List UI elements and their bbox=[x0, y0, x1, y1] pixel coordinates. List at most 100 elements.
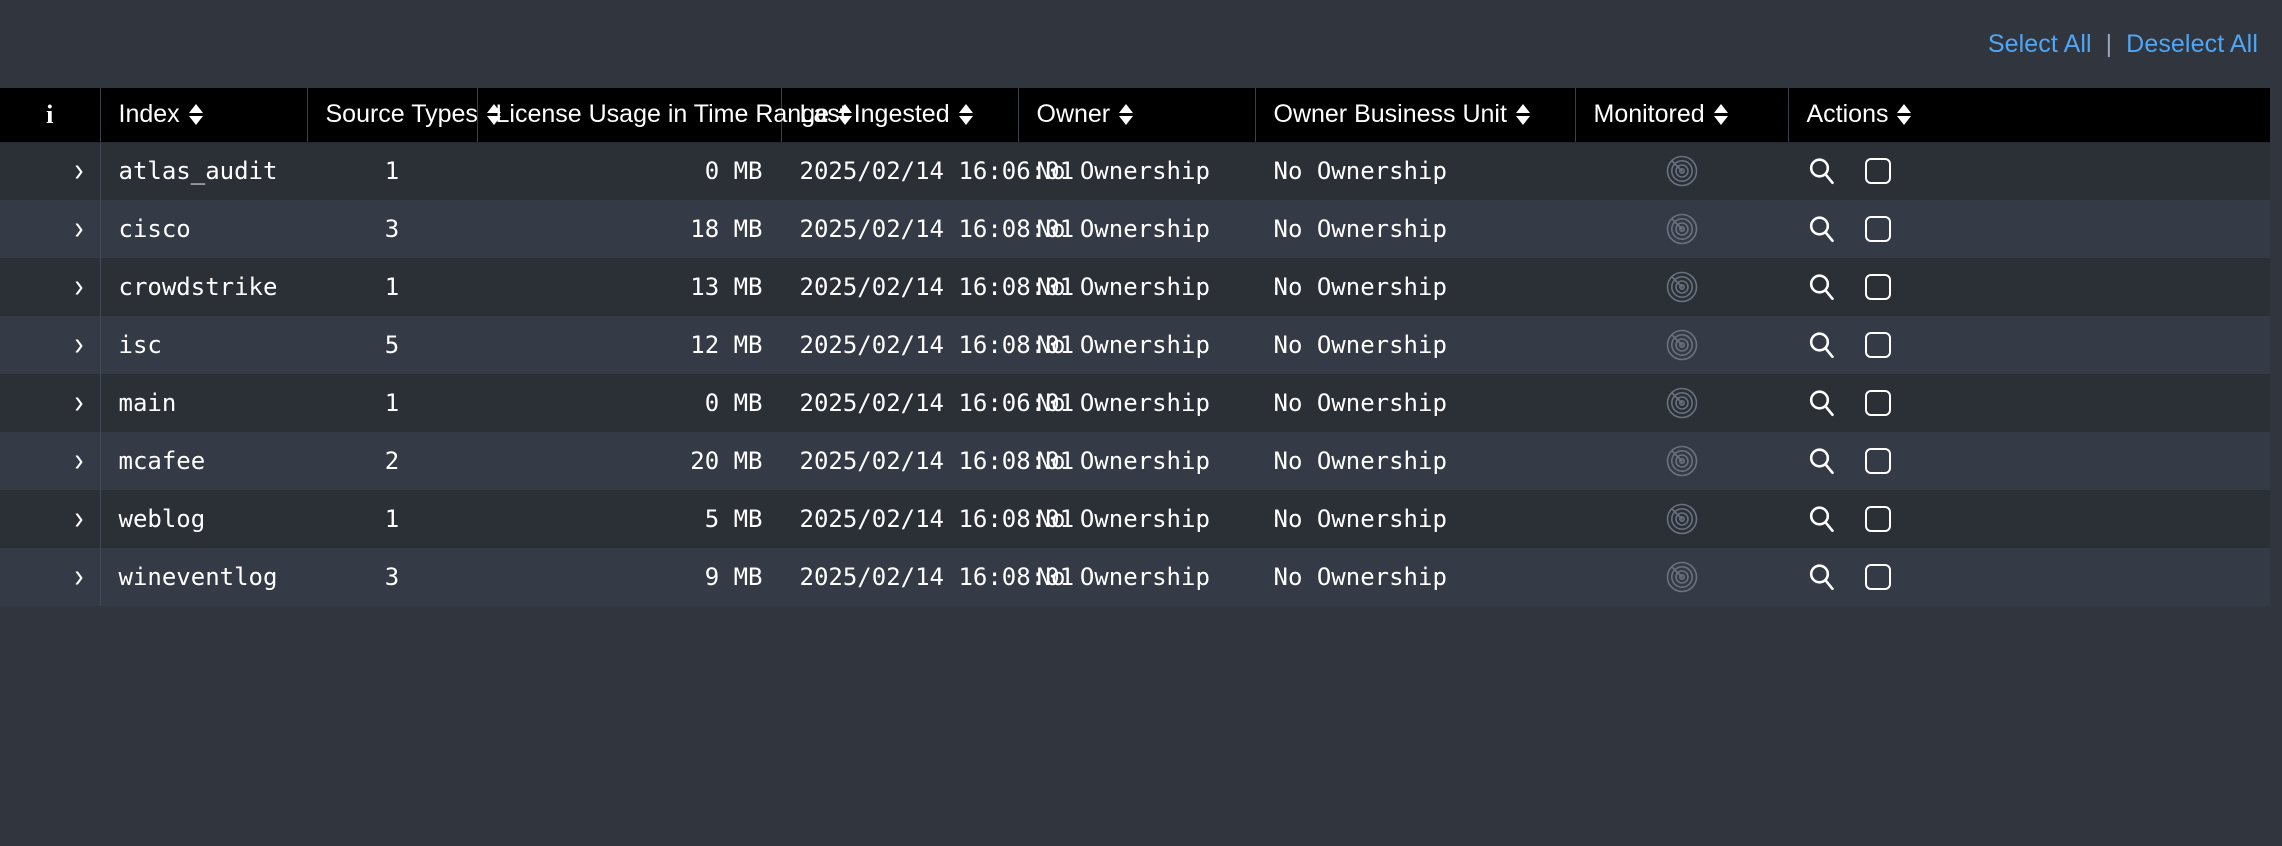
row-select-checkbox[interactable] bbox=[1864, 448, 1891, 474]
magnifier-icon[interactable] bbox=[1807, 156, 1837, 186]
sort-arrows-icon[interactable] bbox=[958, 104, 973, 126]
table-row[interactable]: › cisco 3 18 MB 2025/02/14 16:08:01 No O… bbox=[0, 200, 2270, 258]
chevron-right-icon[interactable]: › bbox=[75, 385, 84, 420]
radar-icon[interactable] bbox=[1665, 270, 1699, 304]
column-label-index: Index bbox=[118, 100, 180, 129]
cell-last-ingested: 2025/02/14 16:08:01 bbox=[799, 447, 1075, 475]
sort-control-source-types[interactable]: Source Types bbox=[326, 100, 501, 129]
sort-control-index[interactable]: Index bbox=[119, 100, 203, 129]
cell-monitored[interactable] bbox=[1575, 316, 1788, 374]
column-header-index[interactable]: Index bbox=[100, 88, 308, 143]
row-expand-cell[interactable]: › bbox=[0, 142, 101, 200]
radar-icon[interactable] bbox=[1665, 560, 1699, 594]
magnifier-icon[interactable] bbox=[1807, 562, 1837, 592]
cell-actions[interactable] bbox=[1788, 548, 2270, 606]
chevron-right-icon[interactable]: › bbox=[75, 501, 84, 536]
magnifier-icon[interactable] bbox=[1807, 272, 1837, 302]
sort-arrows-icon[interactable] bbox=[1515, 104, 1530, 126]
sort-control-last-ingested[interactable]: Last Ingested bbox=[800, 100, 973, 129]
row-expand-cell[interactable]: › bbox=[0, 548, 101, 606]
table-row[interactable]: › wineventlog 3 9 MB 2025/02/14 16:08:01… bbox=[0, 548, 2270, 606]
chevron-right-icon[interactable]: › bbox=[75, 153, 84, 188]
radar-icon[interactable] bbox=[1665, 502, 1699, 536]
chevron-right-icon[interactable]: › bbox=[75, 211, 84, 246]
column-header-owner-business-unit[interactable]: Owner Business Unit bbox=[1255, 88, 1576, 143]
sort-arrows-icon[interactable] bbox=[188, 104, 203, 126]
magnifier-icon[interactable] bbox=[1807, 504, 1837, 534]
magnifier-icon[interactable] bbox=[1807, 214, 1837, 244]
radar-icon[interactable] bbox=[1665, 212, 1699, 246]
index-management-page: Select All | Deselect All i Index Source… bbox=[0, 0, 2282, 846]
radar-icon[interactable] bbox=[1665, 386, 1699, 420]
row-select-checkbox[interactable] bbox=[1864, 506, 1891, 532]
chevron-right-icon[interactable]: › bbox=[75, 269, 84, 304]
row-expand-cell[interactable]: › bbox=[0, 316, 101, 374]
cell-monitored[interactable] bbox=[1575, 200, 1788, 258]
info-icon[interactable]: i bbox=[46, 100, 53, 129]
cell-actions[interactable] bbox=[1788, 490, 2270, 548]
cell-monitored[interactable] bbox=[1575, 432, 1788, 490]
deselect-all-link[interactable]: Deselect All bbox=[2126, 29, 2258, 59]
sort-arrows-icon[interactable] bbox=[1897, 104, 1912, 126]
cell-license-usage: 0 MB bbox=[704, 157, 763, 186]
row-expand-cell[interactable]: › bbox=[0, 200, 101, 258]
sort-control-monitored[interactable]: Monitored bbox=[1594, 100, 1728, 129]
cell-index: wineventlog bbox=[118, 563, 278, 591]
cell-actions[interactable] bbox=[1788, 200, 2270, 258]
radar-icon[interactable] bbox=[1665, 444, 1699, 478]
sort-arrows-icon[interactable] bbox=[1713, 104, 1728, 126]
cell-actions[interactable] bbox=[1788, 258, 2270, 316]
row-select-checkbox[interactable] bbox=[1864, 274, 1891, 300]
sort-control-owner-business-unit[interactable]: Owner Business Unit bbox=[1274, 100, 1530, 129]
cell-actions[interactable] bbox=[1788, 316, 2270, 374]
row-expand-cell[interactable]: › bbox=[0, 374, 101, 432]
cell-monitored[interactable] bbox=[1575, 374, 1788, 432]
cell-monitored[interactable] bbox=[1575, 142, 1788, 200]
table-row[interactable]: › main 1 0 MB 2025/02/14 16:06:01 No Own… bbox=[0, 374, 2270, 432]
table-row[interactable]: › mcafee 2 20 MB 2025/02/14 16:08:01 No … bbox=[0, 432, 2270, 490]
cell-index: atlas_audit bbox=[118, 157, 278, 186]
table-row[interactable]: › weblog 1 5 MB 2025/02/14 16:08:01 No O… bbox=[0, 490, 2270, 548]
column-header-source-types[interactable]: Source Types bbox=[307, 88, 501, 143]
table-row[interactable]: › isc 5 12 MB 2025/02/14 16:08:01 No Own… bbox=[0, 316, 2270, 374]
cell-monitored[interactable] bbox=[1575, 258, 1788, 316]
radar-icon[interactable] bbox=[1665, 328, 1699, 362]
magnifier-icon[interactable] bbox=[1807, 388, 1837, 418]
row-select-checkbox[interactable] bbox=[1864, 564, 1891, 590]
sort-arrows-icon[interactable] bbox=[1119, 104, 1134, 126]
cell-actions[interactable] bbox=[1788, 142, 2270, 200]
magnifier-icon[interactable] bbox=[1807, 330, 1837, 360]
row-expand-cell[interactable]: › bbox=[0, 432, 101, 490]
table-row[interactable]: › atlas_audit 1 0 MB 2025/02/14 16:06:01… bbox=[0, 142, 2270, 200]
column-header-info[interactable]: i bbox=[0, 88, 101, 143]
sort-control-owner[interactable]: Owner bbox=[1037, 100, 1134, 129]
cell-monitored[interactable] bbox=[1575, 548, 1788, 606]
cell-actions[interactable] bbox=[1788, 432, 2270, 490]
row-select-checkbox[interactable] bbox=[1864, 216, 1891, 242]
cell-license-usage: 12 MB bbox=[690, 331, 763, 359]
column-header-actions[interactable]: Actions bbox=[1788, 88, 2270, 143]
row-select-checkbox[interactable] bbox=[1864, 158, 1891, 185]
column-header-license-usage[interactable]: License Usage in Time Range bbox=[477, 88, 853, 143]
row-expand-cell[interactable]: › bbox=[0, 258, 101, 316]
column-header-monitored[interactable]: Monitored bbox=[1575, 88, 1789, 143]
column-header-owner[interactable]: Owner bbox=[1018, 88, 1256, 143]
cell-actions[interactable] bbox=[1788, 374, 2270, 432]
select-all-link[interactable]: Select All bbox=[1988, 29, 2092, 59]
sort-control-actions[interactable]: Actions bbox=[1807, 100, 1912, 129]
row-expand-cell[interactable]: › bbox=[0, 490, 101, 548]
chevron-right-icon[interactable]: › bbox=[75, 559, 84, 594]
cell-monitored[interactable] bbox=[1575, 490, 1788, 548]
column-header-last-ingested[interactable]: Last Ingested bbox=[781, 88, 1019, 143]
radar-icon[interactable] bbox=[1665, 154, 1699, 188]
row-select-checkbox[interactable] bbox=[1864, 332, 1891, 358]
cell-owner: No Ownership bbox=[1036, 389, 1210, 417]
row-select-checkbox[interactable] bbox=[1864, 390, 1891, 416]
magnifier-icon[interactable] bbox=[1807, 446, 1837, 476]
table-row[interactable]: › crowdstrike 1 13 MB 2025/02/14 16:08:0… bbox=[0, 258, 2270, 316]
chevron-right-icon[interactable]: › bbox=[75, 327, 84, 362]
cell-last-ingested: 2025/02/14 16:06:01 bbox=[799, 389, 1075, 417]
cell-last-ingested: 2025/02/14 16:06:01 bbox=[799, 157, 1075, 186]
cell-last-ingested: 2025/02/14 16:08:01 bbox=[799, 273, 1075, 301]
chevron-right-icon[interactable]: › bbox=[75, 443, 84, 478]
